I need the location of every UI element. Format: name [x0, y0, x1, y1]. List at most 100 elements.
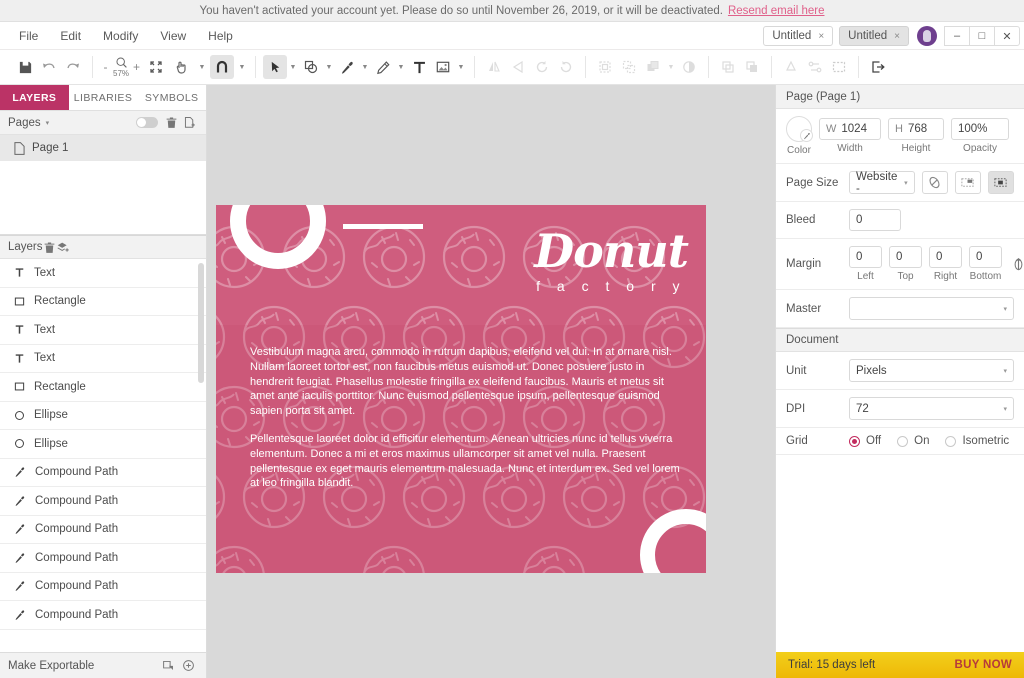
rotate-ccw-icon[interactable]: [530, 55, 554, 79]
grid-option-on[interactable]: On: [897, 435, 929, 447]
tab-layers[interactable]: LAYERS: [0, 85, 69, 110]
menu-modify[interactable]: Modify: [94, 26, 147, 46]
close-icon[interactable]: ×: [894, 31, 900, 42]
radio-selected-icon[interactable]: [849, 435, 860, 447]
eyedropper-icon[interactable]: [800, 129, 813, 142]
layer-item[interactable]: Compound Path: [0, 601, 206, 630]
unit-select[interactable]: Pixels ▾: [849, 359, 1014, 382]
text-icon[interactable]: [407, 55, 431, 79]
chevron-down-icon[interactable]: ▼: [287, 55, 299, 79]
layer-item[interactable]: Compound Path: [0, 459, 206, 487]
pointer-icon[interactable]: [263, 55, 288, 79]
width-control[interactable]: W 1024 Width: [819, 118, 881, 154]
chevron-down-icon[interactable]: ▾: [46, 119, 50, 127]
tab-libraries[interactable]: LIBRARIES: [68, 85, 138, 110]
layer-item[interactable]: Text: [0, 316, 206, 345]
arrange-icon[interactable]: [641, 55, 665, 79]
margin-link-icon[interactable]: [1011, 257, 1024, 272]
add-page-icon[interactable]: [180, 116, 198, 129]
margin-bottom-input[interactable]: 0: [969, 246, 1002, 268]
close-button[interactable]: ✕: [994, 26, 1020, 46]
shape-icon[interactable]: [299, 55, 323, 79]
export-icon[interactable]: [866, 55, 890, 79]
layers-scrollbar[interactable]: [198, 263, 204, 383]
orientation-toggle-button[interactable]: [921, 171, 948, 194]
menu-view[interactable]: View: [151, 26, 195, 46]
layer-item[interactable]: Compound Path: [0, 487, 206, 516]
grid-option-off[interactable]: Off: [849, 435, 881, 447]
layers-list[interactable]: Text Rectangle Text Text Rectangle Ellip…: [0, 259, 206, 652]
width-input[interactable]: W 1024: [819, 118, 881, 140]
chevron-down-icon[interactable]: ▼: [395, 55, 407, 79]
recycle-icon[interactable]: [779, 55, 803, 79]
page-fit-button[interactable]: [954, 171, 981, 194]
opacity-control[interactable]: 100% Opacity: [951, 118, 1009, 154]
radio-icon[interactable]: [897, 435, 909, 447]
margin-right-input[interactable]: 0: [929, 246, 962, 268]
menu-help[interactable]: Help: [199, 26, 242, 46]
radio-icon[interactable]: [945, 435, 957, 447]
opacity-input[interactable]: 100%: [951, 118, 1009, 140]
zoom-control[interactable]: 57%: [113, 56, 129, 78]
plus-circle-icon[interactable]: [178, 659, 198, 672]
document-tab-1[interactable]: Untitled ×: [763, 26, 834, 46]
hand-icon[interactable]: [170, 55, 194, 79]
chevron-down-icon[interactable]: ▼: [236, 55, 248, 79]
chevron-down-icon[interactable]: ▼: [455, 55, 467, 79]
margin-left-input[interactable]: 0: [849, 246, 882, 268]
pencil-icon[interactable]: [371, 55, 395, 79]
path-icon[interactable]: [803, 55, 827, 79]
layer-item[interactable]: Ellipse: [0, 402, 206, 430]
minimize-button[interactable]: –: [944, 26, 970, 46]
margin-top-input[interactable]: 0: [889, 246, 922, 268]
maximize-button[interactable]: □: [969, 26, 995, 46]
avatar[interactable]: [917, 26, 937, 46]
rotate-cw-icon[interactable]: [554, 55, 578, 79]
resend-email-link[interactable]: Resend email here: [728, 5, 825, 17]
trash-icon[interactable]: [162, 116, 180, 129]
menu-edit[interactable]: Edit: [51, 26, 90, 46]
redo-icon[interactable]: [61, 55, 85, 79]
bleed-input[interactable]: 0: [849, 209, 901, 231]
add-layer-icon[interactable]: [56, 241, 70, 254]
flip-horizontal-icon[interactable]: [482, 55, 506, 79]
chevron-down-icon[interactable]: ▼: [323, 55, 335, 79]
canvas-area[interactable]: Donut f a c t o r y Vestibulum magna arc…: [207, 85, 775, 678]
layer-item[interactable]: Rectangle: [0, 288, 206, 316]
page-center-button[interactable]: [987, 171, 1014, 194]
document-tab-2[interactable]: Untitled ×: [839, 26, 909, 46]
buy-now-button[interactable]: BUY NOW: [955, 659, 1012, 671]
layer-item[interactable]: Compound Path: [0, 516, 206, 544]
layer-item[interactable]: Text: [0, 345, 206, 373]
zoom-in-button[interactable]: +: [131, 60, 142, 74]
page-item-page-1[interactable]: Page 1: [0, 135, 206, 161]
marquee-icon[interactable]: [827, 55, 851, 79]
ungroup-icon[interactable]: [617, 55, 641, 79]
boolean-union-icon[interactable]: [716, 55, 740, 79]
margin-top-control[interactable]: 0 Top: [889, 246, 922, 282]
pages-title-group[interactable]: Pages ▾: [8, 117, 49, 129]
layer-item[interactable]: Compound Path: [0, 544, 206, 573]
layer-item[interactable]: Ellipse: [0, 430, 206, 459]
artboard[interactable]: Donut f a c t o r y Vestibulum magna arc…: [216, 205, 706, 573]
mask-icon[interactable]: [677, 55, 701, 79]
trash-icon[interactable]: [43, 241, 56, 254]
page-size-select[interactable]: Website - ▾: [849, 171, 915, 195]
master-select[interactable]: ▾: [849, 297, 1014, 320]
color-control[interactable]: Color: [786, 116, 813, 156]
layer-item[interactable]: Rectangle: [0, 373, 206, 402]
chevron-down-icon[interactable]: ▼: [665, 55, 677, 79]
export-slice-icon[interactable]: [158, 659, 178, 672]
margin-right-control[interactable]: 0 Right: [929, 246, 962, 282]
undo-icon[interactable]: [37, 55, 61, 79]
fit-icon[interactable]: [144, 55, 168, 79]
margin-left-control[interactable]: 0 Left: [849, 246, 882, 282]
margin-bottom-control[interactable]: 0 Bottom: [969, 246, 1002, 282]
color-swatch[interactable]: [786, 116, 813, 142]
pages-toggle-switch[interactable]: [136, 117, 158, 128]
close-icon[interactable]: ×: [818, 31, 824, 42]
height-control[interactable]: H 768 Height: [888, 118, 944, 154]
flip-vertical-icon[interactable]: [506, 55, 530, 79]
save-icon[interactable]: [13, 55, 37, 79]
chevron-down-icon[interactable]: ▼: [196, 55, 208, 79]
